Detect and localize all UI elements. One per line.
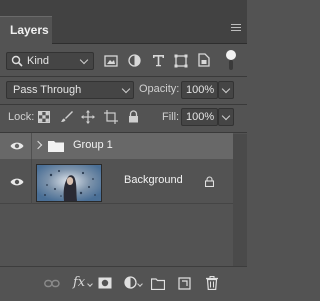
lock-all-icon[interactable]	[128, 110, 139, 123]
add-mask-icon[interactable]	[98, 277, 112, 289]
lock-transparent-pixels-icon[interactable]	[38, 111, 50, 123]
filter-pixel-icon[interactable]	[104, 55, 118, 67]
expand-chevron-icon[interactable]	[33, 140, 43, 150]
eye-icon[interactable]	[10, 141, 24, 151]
filter-adjustment-icon[interactable]	[128, 54, 141, 67]
fill-label: Fill:	[162, 111, 180, 123]
filter-shape-icon[interactable]	[174, 54, 188, 68]
layer-thumbnail	[36, 164, 102, 202]
blend-mode-value: Pass Through	[13, 84, 82, 96]
layer-divider	[31, 133, 32, 159]
layer-name[interactable]: Background	[124, 174, 183, 186]
layer-divider	[31, 159, 32, 204]
blend-mode-select[interactable]: Pass Through	[6, 81, 134, 99]
chevron-down-icon	[221, 84, 231, 94]
divider	[0, 104, 247, 105]
fx-dropdown-chevron-icon[interactable]	[87, 281, 93, 287]
link-layers-icon[interactable]	[44, 279, 60, 289]
new-layer-icon[interactable]	[178, 277, 191, 290]
chevron-down-icon	[221, 111, 231, 121]
filter-toggle-switch[interactable]	[226, 50, 236, 70]
adjustment-layer-icon[interactable]	[124, 276, 138, 290]
opacity-value: 100%	[186, 84, 215, 96]
fill-value: 100%	[186, 111, 215, 123]
fill-dropdown[interactable]	[218, 108, 234, 126]
layers-panel: Layers Kind Pass Through Opacity: 100% L…	[0, 0, 247, 301]
opacity-field[interactable]: 100%	[181, 81, 218, 99]
chevron-down-icon	[79, 55, 89, 65]
scrollbar[interactable]	[233, 134, 247, 266]
new-group-icon[interactable]	[151, 278, 165, 290]
layer-row-group[interactable]: Group 1	[0, 133, 233, 159]
filter-smart-object-icon[interactable]	[198, 53, 210, 67]
layer-name[interactable]: Group 1	[73, 139, 113, 151]
panel-menu-icon[interactable]	[231, 24, 241, 32]
opacity-label: Opacity:	[139, 83, 180, 95]
tab-layers[interactable]: Layers	[0, 16, 52, 44]
lock-image-pixels-icon[interactable]	[60, 110, 73, 123]
filter-kind-select[interactable]: Kind	[6, 52, 94, 70]
chevron-down-icon	[121, 84, 131, 94]
filter-type-icon[interactable]	[152, 54, 165, 67]
search-icon	[11, 55, 23, 67]
opacity-dropdown[interactable]	[218, 81, 234, 99]
lock-position-icon[interactable]	[81, 110, 95, 124]
delete-layer-icon[interactable]	[206, 276, 218, 290]
fx-icon[interactable]: fx	[73, 275, 85, 290]
adjustment-dropdown-chevron-icon[interactable]	[137, 281, 143, 287]
fill-field[interactable]: 100%	[181, 108, 218, 126]
divider	[0, 76, 247, 77]
lock-label: Lock:	[8, 111, 35, 123]
layers-bottom-toolbar: fx	[0, 266, 247, 301]
lock-artboard-icon[interactable]	[104, 110, 118, 124]
folder-icon	[48, 141, 64, 152]
eye-icon[interactable]	[10, 177, 24, 187]
filter-kind-label: Kind	[27, 55, 50, 67]
tab-layers-label: Layers	[10, 23, 49, 37]
layer-row-background[interactable]: Background	[0, 159, 233, 204]
panel-tab-bar: Layers	[0, 0, 247, 44]
lock-icon	[205, 176, 214, 187]
